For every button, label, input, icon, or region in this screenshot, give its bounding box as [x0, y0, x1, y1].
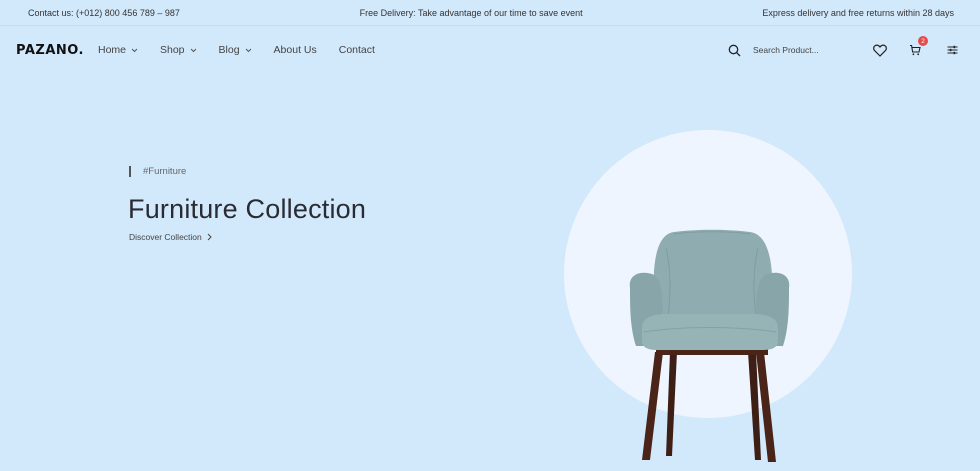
menu-item-blog[interactable]: Blog — [219, 44, 252, 56]
top-bar: Contact us: (+012) 800 456 789 – 987 Fre… — [0, 0, 980, 26]
chevron-down-icon — [131, 48, 138, 53]
chevron-down-icon — [245, 48, 252, 53]
search-icon[interactable] — [728, 44, 741, 57]
main-navigation: PAZANO. Home Shop Blog About Us Contact — [0, 26, 980, 74]
menu-item-shop[interactable]: Shop — [160, 44, 197, 56]
menu-item-label: About Us — [273, 44, 317, 56]
menu-item-label: Shop — [160, 44, 185, 56]
menu: Home Shop Blog About Us Contact — [98, 44, 397, 56]
heart-icon[interactable] — [873, 44, 887, 57]
menu-item-label: Blog — [218, 44, 240, 56]
menu-item-home[interactable]: Home — [98, 44, 138, 56]
search-input[interactable] — [753, 45, 835, 55]
logo-text: PAZANO — [16, 42, 79, 58]
menu-item-label: Contact — [338, 44, 375, 56]
shipping-info: Express delivery and free returns within… — [762, 7, 954, 18]
search-box — [728, 44, 835, 57]
menu-item-contact[interactable]: Contact — [339, 44, 375, 56]
filter-icon[interactable] — [947, 45, 958, 55]
contact-info: Contact us: (+012) 800 456 789 – 987 — [28, 7, 180, 18]
logo-dot: . — [78, 42, 84, 58]
chevron-down-icon — [190, 48, 197, 53]
discover-collection-label: Discover Collection — [129, 232, 202, 242]
hero-tag-label: #Furniture — [143, 166, 187, 177]
menu-item-label: Home — [97, 44, 126, 56]
chair-image — [629, 229, 790, 462]
hero-title: Furniture Collection — [128, 194, 367, 224]
hero-tag: #Furniture — [129, 166, 186, 177]
cart-icon[interactable]: 2 — [909, 36, 928, 56]
logo[interactable]: PAZANO. — [16, 43, 84, 58]
menu-item-about[interactable]: About Us — [274, 44, 317, 56]
tag-divider — [129, 166, 131, 177]
discover-collection-link[interactable]: Discover Collection — [129, 232, 212, 242]
cart-count-badge: 2 — [918, 36, 928, 46]
promo-text: Free Delivery: Take advantage of our tim… — [359, 7, 583, 18]
chevron-right-icon — [207, 233, 212, 241]
